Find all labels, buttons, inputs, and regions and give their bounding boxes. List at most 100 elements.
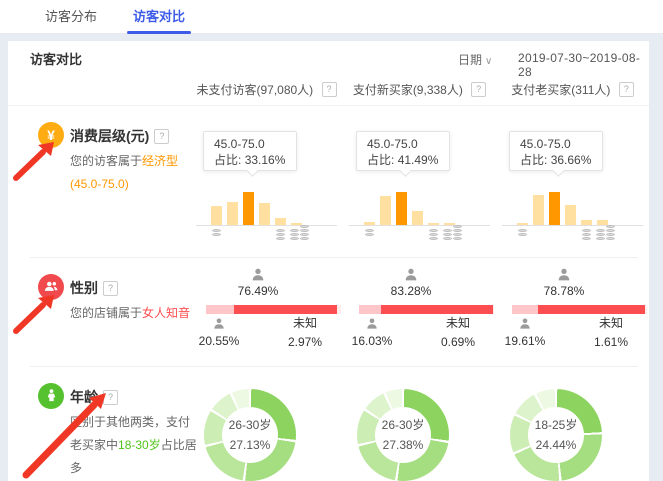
age-donut-chart[interactable]: 26-30岁 27.13% bbox=[204, 389, 296, 481]
person-icon bbox=[38, 383, 64, 409]
bar[interactable] bbox=[380, 196, 391, 225]
chart-tooltip: 45.0-75.0 占比: 33.16% bbox=[203, 131, 297, 171]
unknown-segment bbox=[645, 305, 647, 314]
coin-stack-icon bbox=[606, 225, 615, 240]
gender-ratio-bar[interactable] bbox=[206, 305, 341, 314]
gender-chart-new-buyers: 83.28% 16.03% 未知 0.69% bbox=[343, 258, 496, 366]
help-icon[interactable]: ? bbox=[103, 390, 118, 405]
bar[interactable] bbox=[275, 218, 286, 225]
x-axis bbox=[349, 225, 490, 226]
bar[interactable] bbox=[259, 203, 270, 225]
age-donut-chart[interactable]: 26-30岁 27.38% bbox=[357, 389, 449, 481]
tabbar: 访客分布 访客对比 bbox=[0, 0, 663, 34]
male-percentage: 20.55% bbox=[188, 334, 250, 348]
coin-stack-icon bbox=[453, 225, 462, 240]
consumption-desc: 您的访客属于经济型(45.0-75.0) bbox=[70, 150, 200, 196]
bar[interactable] bbox=[412, 211, 423, 225]
age-chart-new-buyers: 26-30岁 27.38% bbox=[343, 367, 496, 481]
yen-icon: ¥ bbox=[38, 122, 64, 148]
tab-visitor-distribution[interactable]: 访客分布 bbox=[45, 0, 97, 34]
chevron-down-icon: ∨ bbox=[485, 56, 492, 67]
gender-ratio-bar[interactable] bbox=[359, 305, 494, 314]
age-chart-unpaid: 26-30岁 27.13% bbox=[190, 367, 343, 481]
coin-stack-icon bbox=[596, 229, 605, 240]
gender-label-block: 性别? 您的店铺属于女人知音 bbox=[30, 258, 190, 366]
coin-stack-icon bbox=[300, 225, 309, 240]
tab-visitor-compare[interactable]: 访客对比 bbox=[133, 0, 185, 34]
unknown-percentage: 未知 1.61% bbox=[581, 314, 641, 352]
chart-tooltip: 45.0-75.0 占比: 41.49% bbox=[356, 131, 450, 171]
donut-center-label: 18-25岁 24.44% bbox=[528, 407, 584, 463]
coin-icon bbox=[365, 229, 374, 236]
help-icon[interactable]: ? bbox=[619, 82, 634, 97]
column-headers: 未支付访客(97,080人) ? 支付新买家(9,338人) ? 支付老买家(3… bbox=[190, 81, 649, 98]
gender-ratio-bar[interactable] bbox=[512, 305, 647, 314]
bar[interactable] bbox=[533, 195, 544, 225]
male-segment bbox=[359, 305, 381, 314]
male-icon bbox=[365, 317, 379, 331]
coin-stack-icon bbox=[290, 229, 299, 240]
coin-stack-icon bbox=[429, 229, 438, 240]
help-icon[interactable]: ? bbox=[154, 129, 169, 144]
help-icon[interactable]: ? bbox=[322, 82, 337, 97]
row-age: 年龄? 区别于其他两类，支付老买家中18-30岁占比居多 26-30岁 27.1… bbox=[8, 367, 649, 481]
gender-title: 性别 bbox=[70, 280, 98, 296]
row-consumption-level: ¥ 消费层级(元)? 您的访客属于经济型(45.0-75.0) 45.0-75.… bbox=[8, 106, 649, 257]
column-header-unpaid-visitors: 未支付访客(97,080人) ? bbox=[190, 81, 343, 98]
female-percentage: 76.49% bbox=[208, 284, 308, 298]
female-segment bbox=[234, 305, 337, 314]
highlighted-bar[interactable] bbox=[243, 192, 254, 225]
unknown-segment bbox=[337, 305, 341, 314]
price-level-axis-icons bbox=[496, 229, 649, 247]
consumption-chart-unpaid: 45.0-75.0 占比: 33.16% bbox=[190, 106, 343, 257]
consumption-label-block: ¥ 消费层级(元)? 您的访客属于经济型(45.0-75.0) bbox=[30, 106, 190, 257]
consumption-chart-new-buyers: 45.0-75.0 占比: 41.49% bbox=[343, 106, 496, 257]
bar[interactable] bbox=[211, 206, 222, 225]
people-icon bbox=[38, 274, 64, 300]
female-icon bbox=[403, 267, 419, 283]
age-donut-chart[interactable]: 18-25岁 24.44% bbox=[510, 389, 602, 481]
male-segment bbox=[206, 305, 234, 314]
male-percentage: 16.03% bbox=[341, 334, 403, 348]
coin-icon bbox=[212, 229, 221, 236]
page: 访客分布 访客对比 访客对比 日期∨ 2019-07-30~2019-08-28… bbox=[0, 0, 663, 481]
donut-center-label: 26-30岁 27.13% bbox=[222, 407, 278, 463]
column-header-repeat-buyers: 支付老买家(311人) ? bbox=[496, 81, 649, 98]
gender-chart-repeat-buyers: 78.78% 19.61% 未知 1.61% bbox=[496, 258, 649, 366]
male-percentage: 19.61% bbox=[494, 334, 556, 348]
x-axis bbox=[196, 225, 337, 226]
consumption-title: 消费层级(元) bbox=[70, 128, 149, 144]
female-segment bbox=[381, 305, 493, 314]
date-filter-dropdown[interactable]: 日期∨ bbox=[458, 51, 492, 68]
row-gender: 性别? 您的店铺属于女人知音 76.49% 20.55% 未知 2.97% 83… bbox=[8, 258, 649, 366]
male-icon bbox=[518, 317, 532, 331]
chart-tooltip: 45.0-75.0 占比: 36.66% bbox=[509, 131, 603, 171]
coin-stack-icon bbox=[276, 229, 285, 240]
gender-desc: 您的店铺属于女人知音 bbox=[70, 302, 200, 325]
highlighted-bar[interactable] bbox=[549, 192, 560, 225]
visitor-compare-panel: 访客对比 日期∨ 2019-07-30~2019-08-28 未支付访客(97,… bbox=[8, 41, 649, 481]
coin-icon bbox=[518, 229, 527, 236]
male-segment bbox=[512, 305, 538, 314]
age-title: 年龄 bbox=[70, 389, 98, 405]
date-range-value[interactable]: 2019-07-30~2019-08-28 bbox=[518, 51, 649, 79]
age-chart-repeat-buyers: 18-25岁 24.44% bbox=[496, 367, 649, 481]
male-icon bbox=[212, 317, 226, 331]
bar[interactable] bbox=[227, 202, 238, 225]
female-icon bbox=[250, 267, 266, 283]
price-level-axis-icons bbox=[343, 229, 496, 247]
help-icon[interactable]: ? bbox=[103, 281, 118, 296]
bar[interactable] bbox=[565, 205, 576, 225]
x-axis bbox=[502, 225, 643, 226]
coin-stack-icon bbox=[582, 229, 591, 240]
donut-center-label: 26-30岁 27.38% bbox=[375, 407, 431, 463]
date-filter-label: 日期 bbox=[458, 53, 482, 67]
unknown-segment bbox=[493, 305, 494, 314]
price-level-axis-icons bbox=[190, 229, 343, 247]
gender-chart-unpaid: 76.49% 20.55% 未知 2.97% bbox=[190, 258, 343, 366]
consumption-chart-repeat-buyers: 45.0-75.0 占比: 36.66% bbox=[496, 106, 649, 257]
highlighted-bar[interactable] bbox=[396, 192, 407, 225]
panel-title: 访客对比 bbox=[30, 49, 82, 68]
female-segment bbox=[538, 305, 644, 314]
help-icon[interactable]: ? bbox=[471, 82, 486, 97]
